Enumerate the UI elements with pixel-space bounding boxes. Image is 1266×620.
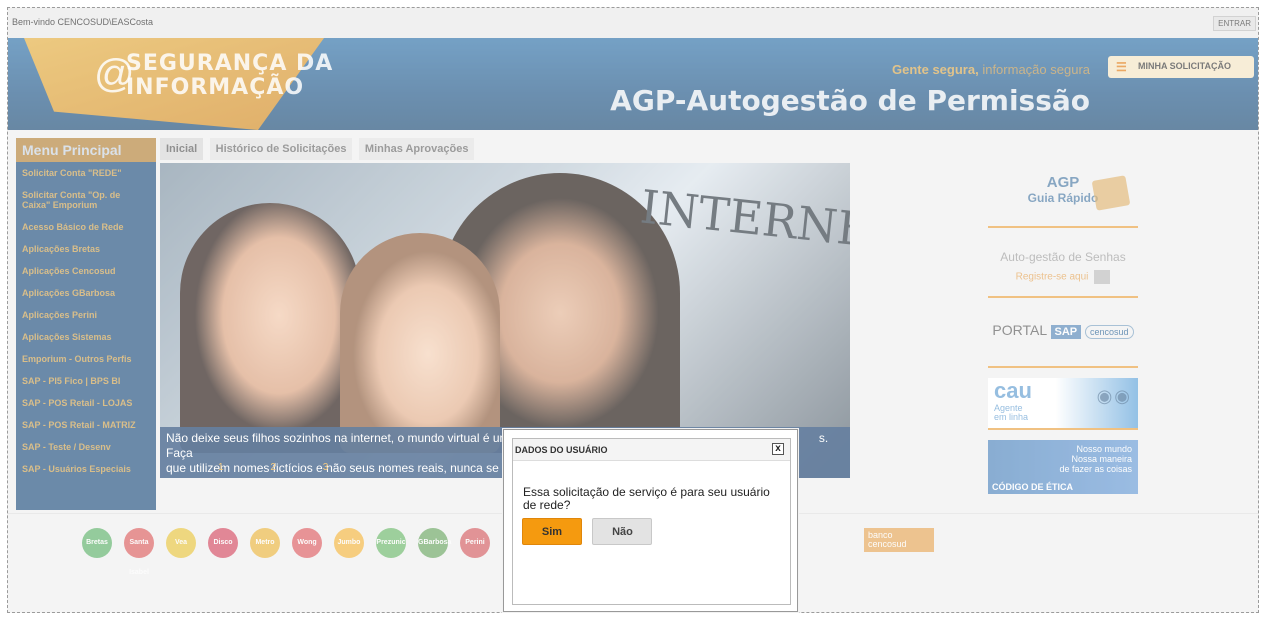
close-icon[interactable]: x <box>772 443 784 455</box>
dialog-title: DADOS DO USUÁRIO <box>515 445 608 455</box>
dialog-message: Essa solicitação de serviço é para seu u… <box>523 485 770 512</box>
yes-button[interactable]: Sim <box>522 518 582 545</box>
no-button[interactable]: Não <box>592 518 653 545</box>
dialog-panel: DADOS DO USUÁRIO x Essa solicitação de s… <box>512 438 791 605</box>
user-data-dialog: DADOS DO USUÁRIO x Essa solicitação de s… <box>503 429 798 612</box>
dialog-header: DADOS DO USUÁRIO x <box>513 439 790 461</box>
dialog-actions: Sim Não <box>513 512 790 545</box>
